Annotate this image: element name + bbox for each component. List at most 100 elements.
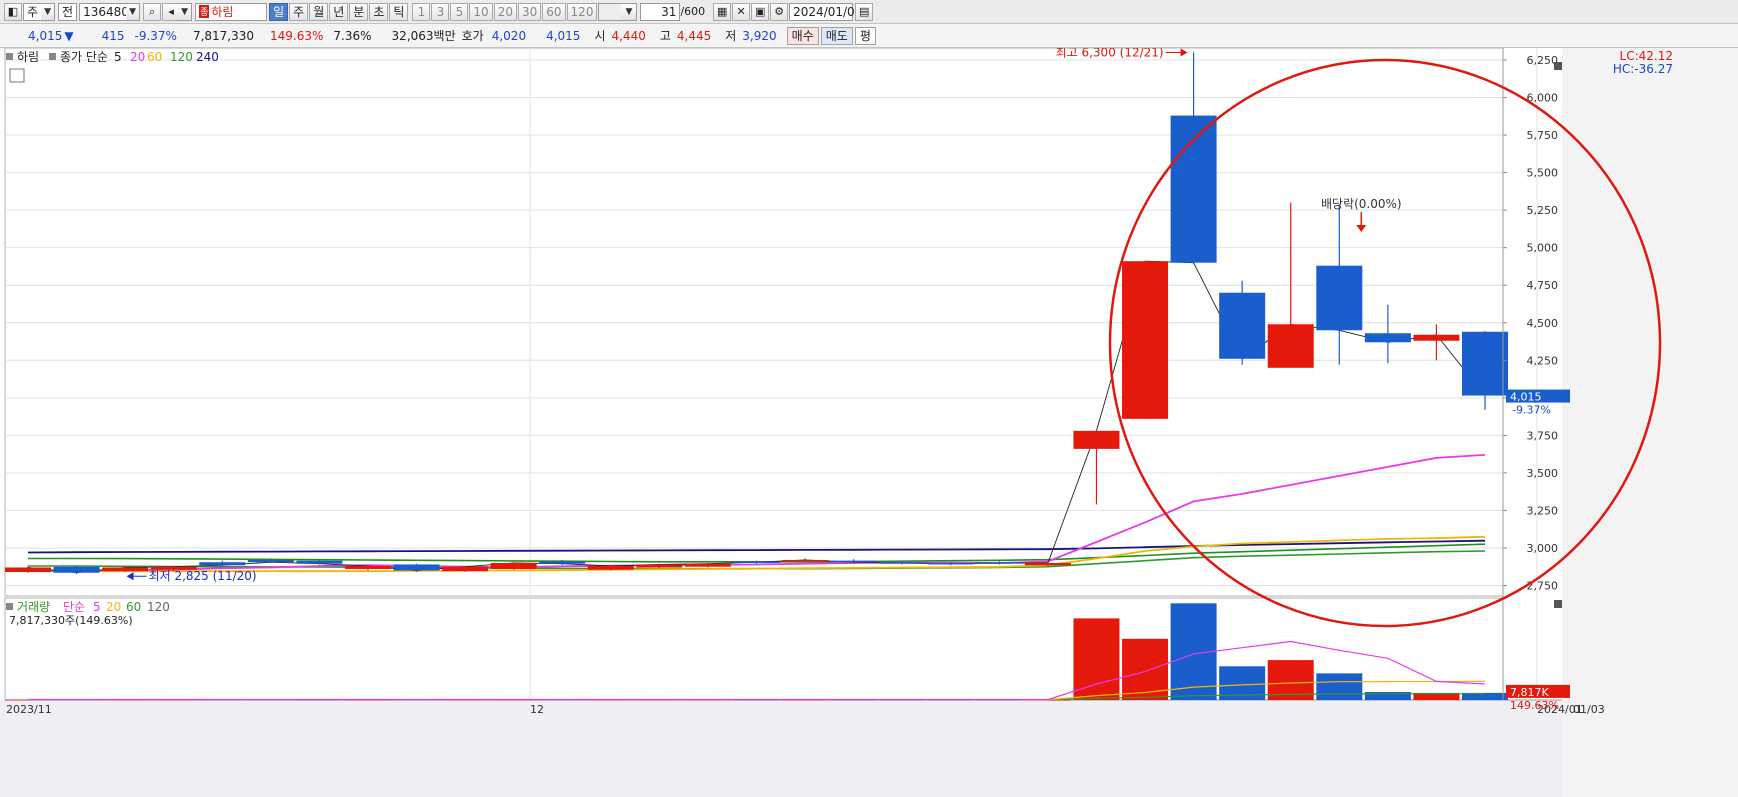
interval-5[interactable]: 5	[450, 2, 469, 21]
speaker-dropdown-icon[interactable]: ▼	[178, 2, 193, 21]
period-minute[interactable]: 분	[349, 2, 369, 21]
gear-icon[interactable]: ⚙	[770, 2, 789, 21]
candle-body	[830, 560, 877, 563]
search-icon[interactable]: ⌕	[143, 2, 162, 21]
volume-legend-period: 20	[106, 600, 121, 614]
open-price: 4,440	[611, 28, 646, 43]
code-dropdown-icon[interactable]: ▼	[126, 2, 141, 21]
candle-body	[684, 563, 731, 567]
high-label: 고	[659, 29, 671, 43]
volume-legend-toggle-icon	[6, 603, 13, 610]
period-day[interactable]: 일	[269, 2, 289, 21]
count-input[interactable]: 31	[640, 2, 681, 21]
candle-body	[879, 562, 926, 564]
period-year[interactable]: 년	[329, 2, 349, 21]
candlestick-chart: 6,2506,0005,7505,5005,2505,0004,7504,500…	[0, 48, 1738, 797]
stock-badge-icon: 종	[199, 5, 210, 18]
price-tick-label: 5,750	[1527, 129, 1559, 142]
price-axis: 6,2506,0005,7505,5005,2505,0004,7504,500…	[1502, 48, 1559, 700]
price-tick-label: 3,500	[1527, 467, 1559, 480]
toolbar: ◧ 주 ▼ 전 136480 ▼ ⌕ ◂ ▼ 종 하림 일 주 월 년 분 초 틱 1 …	[0, 0, 1738, 24]
current-price: 4,015	[28, 28, 63, 43]
buy-button[interactable]: 매수	[786, 26, 819, 45]
low-annotation: 최저 2,825 (11/20)	[149, 569, 257, 583]
save-icon[interactable]: ▣	[751, 2, 770, 21]
panel-close-icon	[1554, 62, 1562, 70]
period-second[interactable]: 초	[369, 2, 389, 21]
price-tick-label: 4,750	[1527, 279, 1559, 292]
crosshair-icon[interactable]: ✕	[732, 2, 751, 21]
down-arrow-icon: ▼	[64, 28, 74, 43]
low-label: 저	[725, 29, 737, 43]
price-tick-label: 3,750	[1527, 429, 1559, 442]
stock-code-input[interactable]: 136480	[79, 2, 129, 21]
market-dropdown-icon[interactable]: ▼	[41, 2, 56, 21]
candle-body	[782, 559, 829, 562]
bid-price: 4,015	[546, 28, 581, 43]
candle-body	[53, 566, 100, 573]
candle-body	[539, 561, 586, 564]
eval-button[interactable]: 평	[854, 26, 876, 45]
candle-body	[102, 567, 149, 572]
volume-bar	[1316, 673, 1363, 700]
calendar-icon[interactable]: ▤	[855, 2, 874, 21]
legend-ma-period: 240	[196, 50, 219, 64]
x-label-nov: 2023/11	[6, 703, 52, 716]
interval-10[interactable]: 10	[469, 2, 493, 21]
period-week[interactable]: 주	[289, 2, 309, 21]
period-month[interactable]: 월	[309, 2, 329, 21]
sell-button[interactable]: 매도	[820, 26, 853, 45]
legend-ma-title: 종가 단순	[60, 50, 108, 64]
open-label: 시	[594, 29, 606, 43]
stock-name: 하림	[211, 5, 234, 19]
volume-last-label: 7,817K	[1510, 686, 1549, 699]
volume-last-pct: 149.63%	[1510, 699, 1559, 712]
custom-interval-dropdown-icon[interactable]: ▼	[621, 2, 638, 21]
panel-close-icon	[1554, 600, 1562, 608]
interval-120[interactable]: 120	[566, 2, 598, 21]
candle-body	[199, 562, 246, 566]
candle-body	[442, 566, 489, 572]
candle-body	[927, 562, 974, 565]
candle-body	[1413, 334, 1460, 341]
volume-value: 7,817,330	[192, 28, 255, 43]
price-change: 415	[101, 28, 125, 43]
interval-3[interactable]: 3	[431, 2, 450, 21]
hc-label: HC:-36.27	[1613, 62, 1673, 76]
last-change-label: -9.37%	[1512, 404, 1551, 417]
volume-legend-period: 5	[93, 600, 101, 614]
candle-body	[1267, 324, 1314, 368]
price-tick-label: 3,250	[1527, 504, 1559, 517]
trade-amount: 32,063백만	[391, 29, 456, 43]
candle-body	[1073, 430, 1120, 449]
grid-view-icon[interactable]: ▦	[713, 2, 732, 21]
legend-ma-period: 60	[147, 50, 162, 64]
custom-interval-input[interactable]	[598, 2, 623, 21]
candle-body	[5, 567, 51, 572]
legend-toggle-icon	[6, 53, 13, 60]
low-price: 3,920	[742, 28, 777, 43]
interval-1[interactable]: 1	[412, 2, 431, 21]
interval-60[interactable]: 60	[542, 2, 566, 21]
chart-settings-icon[interactable]: ◧	[4, 2, 22, 21]
last-price-label: 4,015	[1510, 391, 1542, 404]
price-tick-label: 5,250	[1527, 204, 1559, 217]
candle-body	[393, 564, 440, 571]
market-select[interactable]: 주	[23, 2, 43, 21]
legend-ma-period: 5	[114, 50, 122, 64]
stock-name-field[interactable]: 종 하림	[195, 2, 268, 21]
candle-body	[1316, 265, 1363, 331]
candle-body	[1462, 331, 1508, 396]
hoga-label: 호가	[461, 29, 484, 43]
date-input[interactable]: 2024/01/03	[789, 2, 862, 21]
price-tick-label: 4,500	[1527, 317, 1559, 330]
period-tick[interactable]: 틱	[389, 2, 409, 21]
candle-body	[976, 562, 1023, 564]
candle-body	[1024, 562, 1071, 566]
candle-body	[636, 564, 683, 568]
interval-20[interactable]: 20	[493, 2, 517, 21]
volume-legend-period: 120	[147, 600, 170, 614]
interval-30[interactable]: 30	[517, 2, 542, 21]
prev-button[interactable]: 전	[58, 2, 78, 21]
price-tick-label: 4,250	[1527, 354, 1559, 367]
